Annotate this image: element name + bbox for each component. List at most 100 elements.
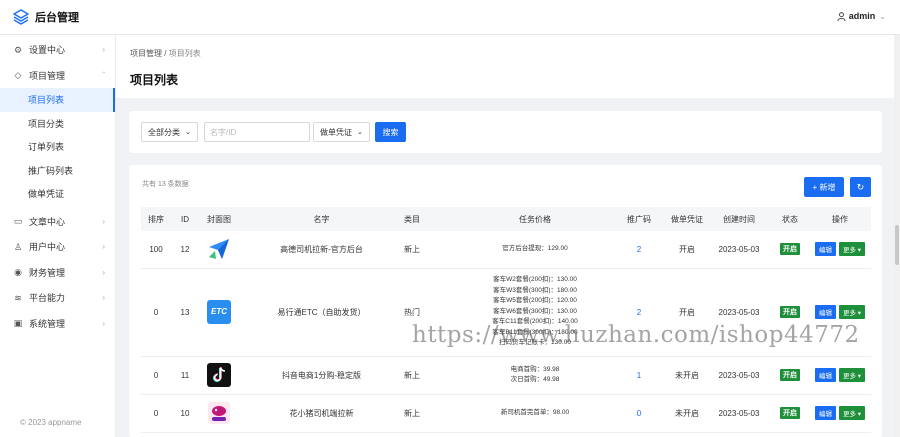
sidebar-sub-label: 项目分类 [28,118,65,129]
more-button[interactable]: 更多 ▾ [838,406,866,420]
cell-cover: ETC [199,268,239,357]
sidebar-sub-project-list[interactable]: 项目列表 [0,88,115,112]
cell-name: 花小猪司机端拉新 [239,394,404,433]
more-label: 更多 [842,310,856,317]
more-button[interactable]: 更多 ▾ [838,305,866,319]
cell-date: 2023-05-03 [707,394,771,433]
sidebar-item-projects[interactable]: ◇ 项目管理 ˆ [0,63,115,89]
edit-button[interactable]: 编辑 [814,406,836,420]
breadcrumb-separator: / [164,49,167,58]
sidebar-item-users[interactable]: ♙ 用户中心 › [0,234,115,260]
price-line: 客车W2套餐(200扣)：130.00 [493,276,577,284]
search-button[interactable]: 搜索 [375,122,406,142]
filter-bar: 全部分类 ⌄ 名字/ID 做单凭证 ⌄ 搜索 [129,111,882,153]
sidebar-item-finance[interactable]: ◉ 财务管理 › [0,260,115,286]
more-button[interactable]: 更多 ▾ [838,242,866,257]
tiktok-note-icon [213,367,226,382]
cell-status: 开启 [771,394,809,433]
cell-name: 抖音电商1分购-稳定版 [239,356,404,395]
book-icon: ▭ [13,216,23,227]
pig-logo-icon [208,402,230,424]
cell-sort: 0 [141,268,171,357]
cell-actions: 编辑 更多 ▾ [809,356,871,395]
cell-id: 11 [171,356,199,395]
refresh-button[interactable]: ↻ [850,177,871,197]
cell-promo-code[interactable]: 1 [611,356,667,395]
more-label: 更多 [842,411,856,418]
status-badge[interactable]: 开启 [780,369,800,381]
status-badge[interactable]: 开启 [780,407,800,419]
sidebar-sub-label: 项目列表 [28,95,65,106]
category-select[interactable]: 全部分类 ⌄ [141,122,198,142]
sidebar-sub-order-proof[interactable]: 做单凭证 [0,182,115,206]
app-logo[interactable]: 后台管理 [0,9,116,25]
cell-id: 13 [171,268,199,357]
chevron-right-icon: › [102,267,105,277]
chevron-right-icon: › [102,318,105,328]
chevron-down-icon: ⌄ [357,129,363,136]
monitor-icon: ▣ [13,318,23,329]
caret-down-icon: ▾ [857,373,862,380]
edit-button[interactable]: 编辑 [814,368,836,382]
more-button[interactable]: 更多 ▾ [838,368,866,382]
chevron-up-icon: ˆ [102,70,105,80]
app-title: 后台管理 [35,12,79,24]
sidebar-item-settings[interactable]: ⚙ 设置中心 › [0,37,115,63]
sidebar-sub-promo-code-list[interactable]: 推广码列表 [0,159,115,183]
search-input[interactable]: 名字/ID [204,122,310,142]
breadcrumb-current: 项目列表 [168,49,201,58]
huaxiaozhu-cover-image [207,401,231,425]
box-icon: ◇ [14,70,22,81]
sidebar-sub-label: 做单凭证 [28,189,65,200]
cell-cover [199,356,239,395]
sidebar-item-system[interactable]: ▣ 系统管理 › [0,311,115,337]
edit-button[interactable]: 编辑 [814,305,836,319]
table-row: 0 10 花小猪司机端拉新 新上 新司机首完首单：98.00 0 未开启 202… [141,394,871,433]
cell-cover [199,231,239,269]
sidebar-item-articles[interactable]: ▭ 文章中心 › [0,209,115,235]
user-name: admin [848,11,876,21]
breadcrumb-root[interactable]: 项目管理 [130,49,162,58]
user-icon: ♙ [13,241,23,252]
more-label: 更多 [842,247,856,255]
caret-down-icon: ▾ [857,310,862,317]
page-scrollbar[interactable] [894,35,900,437]
watermark-text: https://www.huzhan.com/ishop44772 [412,322,860,348]
scrollbar-thumb[interactable] [895,225,899,265]
cell-date: 2023-05-03 [707,231,771,269]
cell-category: 新上 [404,394,459,433]
column-header: ID [171,207,199,231]
chevron-right-icon: › [102,45,105,55]
proof-select[interactable]: 做单凭证 ⌄ [313,122,370,142]
column-header: 封面图 [199,207,239,231]
cell-promo-code[interactable]: 0 [611,394,667,433]
chevron-right-icon: › [102,216,105,226]
sidebar-sub-project-category[interactable]: 项目分类 [0,112,115,136]
cell-sort: 0 [141,394,171,433]
breadcrumb: 项目管理 / 项目列表 [130,48,201,59]
sidebar-sub-order-list[interactable]: 订单列表 [0,135,115,159]
status-badge[interactable]: 开启 [780,243,800,256]
column-header: 状态 [771,207,809,231]
cell-proof: 未开启 [667,394,707,433]
user-menu[interactable]: admin ⌄ [837,11,886,21]
sidebar-item-label: 用户中心 [29,242,66,253]
cell-promo-code[interactable]: 2 [611,231,667,269]
money-icon: ◉ [14,267,22,278]
sidebar-item-platform[interactable]: ≋ 平台能力 › [0,285,115,311]
cell-category: 新上 [404,356,459,395]
price-line: 次日首购：49.98 [510,376,560,383]
price-line: 官方后台提现：129.00 [502,245,568,252]
layers-icon: ≋ [14,292,22,303]
column-header: 操作 [809,207,871,231]
column-header: 名字 [239,207,404,231]
settings-icon: ⚙ [13,44,23,55]
edit-button[interactable]: 编辑 [814,242,836,257]
chevron-down-icon: ⌄ [185,129,191,136]
add-project-button[interactable]: + 新增 [804,177,844,197]
sidebar-item-label: 财务管理 [29,267,66,278]
table-header-row: 排序 ID 封面图 名字 类目 任务价格 推广码 做单凭证 创建时间 状态 操作 [141,207,871,231]
sidebar-item-label: 系统管理 [29,318,66,329]
cell-cover [199,394,239,433]
status-badge[interactable]: 开启 [780,306,800,318]
